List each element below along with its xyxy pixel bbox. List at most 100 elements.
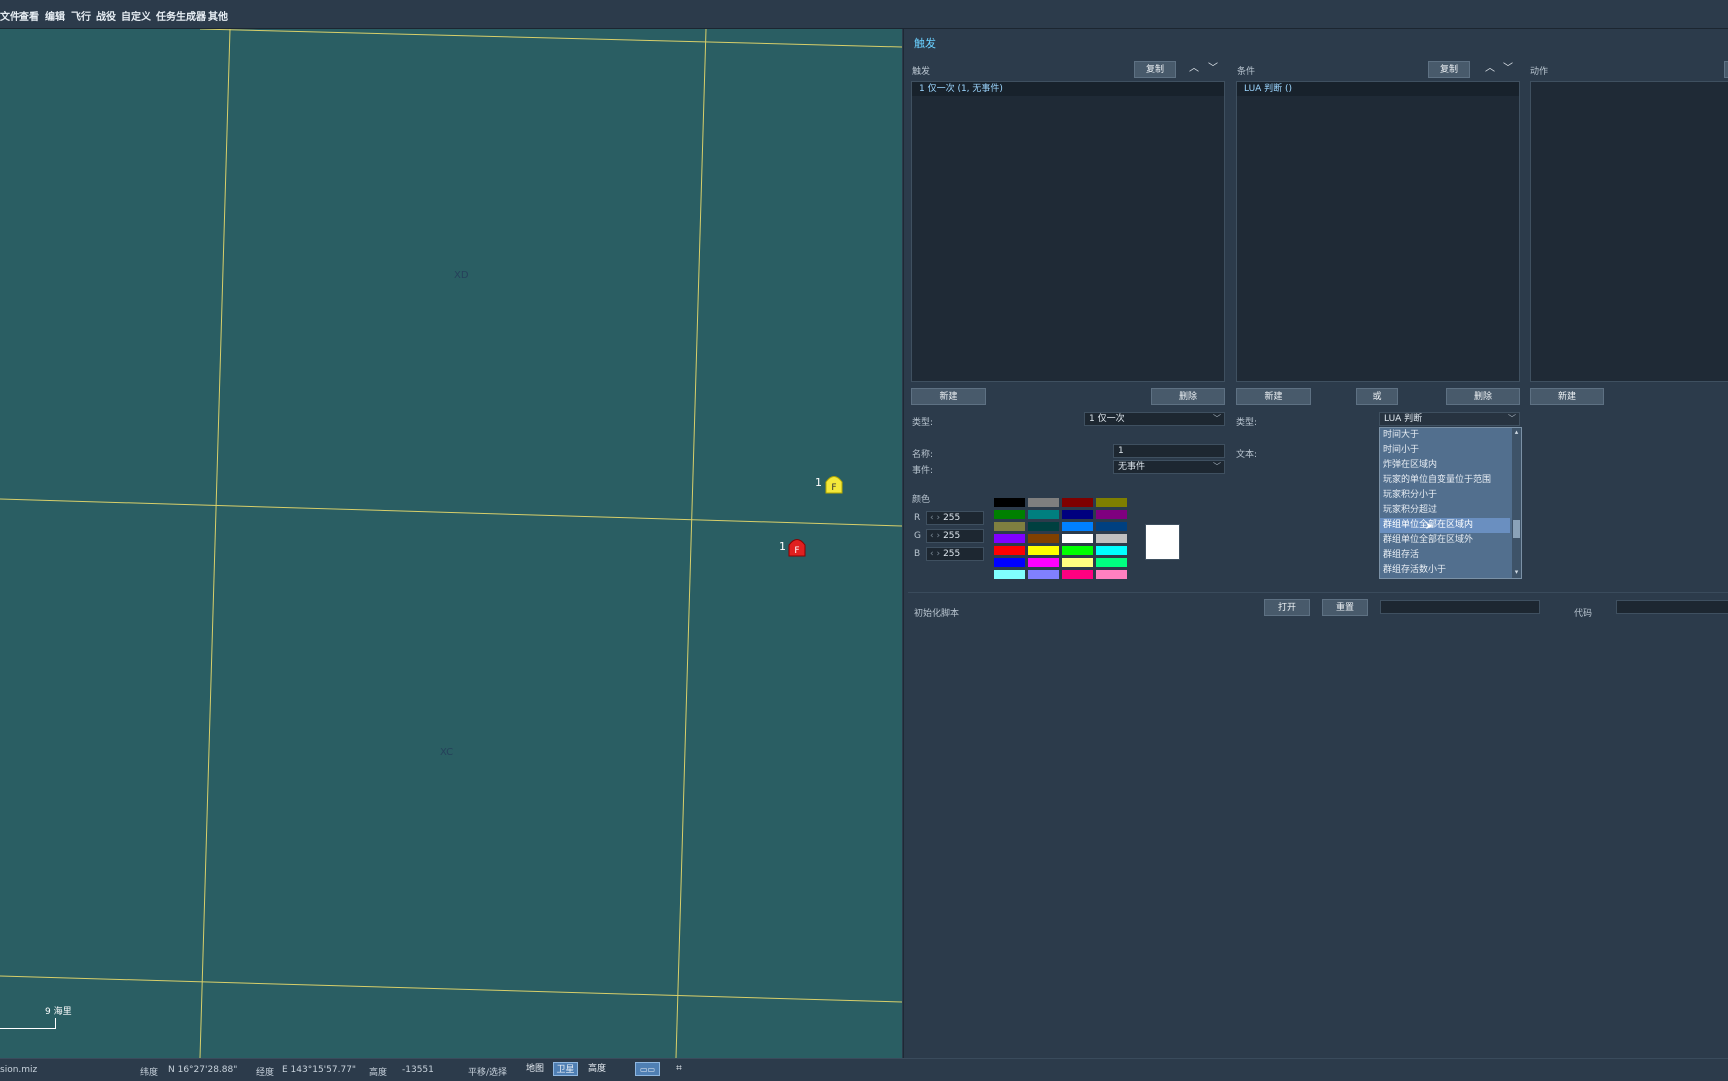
menu-customize[interactable]: 自定义 bbox=[121, 8, 151, 23]
r-spinbox[interactable]: ‹ › 255 bbox=[926, 511, 984, 525]
menu-edit[interactable]: 编辑 bbox=[45, 8, 65, 23]
dropdown-option[interactable]: 群组单位全部在区域外 bbox=[1380, 533, 1510, 548]
scroll-up-icon[interactable]: ▴ bbox=[1513, 428, 1520, 436]
reset-script-button[interactable]: 重置 bbox=[1322, 599, 1368, 616]
delete-trigger-button[interactable]: 删除 bbox=[1151, 388, 1225, 405]
conditions-header: 条件 bbox=[1237, 67, 1256, 77]
color-swatch[interactable] bbox=[1061, 545, 1094, 556]
color-swatch[interactable] bbox=[993, 521, 1026, 532]
menu-view[interactable]: 查看 bbox=[19, 8, 39, 23]
condition-type-dropdown[interactable]: 时间大于 时间小于 炸弹在区域内 玩家的单位自变量位于范围 玩家积分小于 玩家积… bbox=[1379, 427, 1522, 579]
color-swatch[interactable] bbox=[993, 557, 1026, 568]
actions-list[interactable] bbox=[1530, 81, 1728, 382]
color-swatch[interactable] bbox=[1095, 545, 1128, 556]
dropdown-option[interactable]: 玩家的单位自变量位于范围 bbox=[1380, 473, 1510, 488]
color-swatch[interactable] bbox=[1061, 497, 1094, 508]
color-swatch[interactable] bbox=[993, 509, 1026, 520]
trigger-panel: 触发 触发 复制 ︿ ﹀ 1 仅一次 (1, 无事件) 新建 删除 条件 复制 … bbox=[903, 29, 1728, 1058]
move-up-icon[interactable]: ︿ bbox=[1188, 63, 1200, 75]
menu-campaign[interactable]: 战役 bbox=[96, 8, 116, 23]
b-spinbox[interactable]: ‹ › 255 bbox=[926, 547, 984, 561]
new-condition-button[interactable]: 新建 bbox=[1236, 388, 1311, 405]
dropdown-scrollbar[interactable]: ▴ ▾ bbox=[1512, 428, 1521, 578]
color-swatch[interactable] bbox=[1027, 533, 1060, 544]
list-item[interactable]: 1 仅一次 (1, 无事件) bbox=[912, 82, 1224, 96]
code-label: 代码 bbox=[1574, 609, 1593, 619]
color-swatch[interactable] bbox=[1095, 557, 1128, 568]
map-mode-button[interactable]: 地图 bbox=[522, 1062, 548, 1076]
conditions-list[interactable]: LUA 判断 () bbox=[1236, 81, 1520, 382]
color-swatch[interactable] bbox=[1095, 521, 1128, 532]
move-down-icon[interactable]: ﹀ bbox=[1207, 63, 1219, 75]
altitude-mode-button[interactable]: 高度 bbox=[584, 1062, 610, 1076]
spin-arrows-icon[interactable]: ‹ › bbox=[927, 549, 943, 559]
new-action-button[interactable]: 新建 bbox=[1530, 388, 1604, 405]
trigger-type-select[interactable]: 1 仅一次 ﹀ bbox=[1084, 412, 1225, 426]
satellite-mode-button[interactable]: 卫星 bbox=[553, 1062, 578, 1076]
color-swatch[interactable] bbox=[993, 569, 1026, 580]
menu-other[interactable]: 其他 bbox=[208, 8, 228, 23]
color-swatch[interactable] bbox=[1061, 521, 1094, 532]
spin-arrows-icon[interactable]: ‹ › bbox=[927, 531, 943, 541]
open-script-button[interactable]: 打开 bbox=[1264, 599, 1310, 616]
dropdown-option[interactable]: 玩家积分小于 bbox=[1380, 488, 1510, 503]
measure-tool-icon[interactable]: ⌗ bbox=[670, 1062, 688, 1076]
color-swatch[interactable] bbox=[1095, 533, 1128, 544]
color-swatch[interactable] bbox=[993, 533, 1026, 544]
color-swatch[interactable] bbox=[1061, 569, 1094, 580]
dropdown-option[interactable]: 群组存活数小于 bbox=[1380, 563, 1510, 578]
trigger-name-input[interactable]: 1 bbox=[1113, 444, 1225, 458]
color-swatch[interactable] bbox=[1027, 521, 1060, 532]
dropdown-option[interactable]: 时间小于 bbox=[1380, 443, 1510, 458]
dropdown-option[interactable]: 玩家积分超过 bbox=[1380, 503, 1510, 518]
delete-condition-button[interactable]: 删除 bbox=[1446, 388, 1520, 405]
dropdown-option[interactable]: 群组存活 bbox=[1380, 548, 1510, 563]
color-swatch[interactable] bbox=[1027, 497, 1060, 508]
color-swatch[interactable] bbox=[1061, 557, 1094, 568]
color-swatch[interactable] bbox=[1095, 509, 1128, 520]
or-button[interactable]: 或 bbox=[1356, 388, 1398, 405]
move-up-icon[interactable]: ︿ bbox=[1484, 63, 1496, 75]
menu-mission-generator[interactable]: 任务生成器 bbox=[156, 8, 206, 23]
spin-arrows-icon[interactable]: ‹ › bbox=[927, 513, 943, 523]
new-trigger-button[interactable]: 新建 bbox=[911, 388, 986, 405]
copy-condition-button[interactable]: 复制 bbox=[1428, 61, 1470, 78]
list-item[interactable]: LUA 判断 () bbox=[1237, 82, 1519, 96]
g-spinbox[interactable]: ‹ › 255 bbox=[926, 529, 984, 543]
init-code-input[interactable] bbox=[1616, 600, 1728, 614]
color-swatch[interactable] bbox=[1027, 545, 1060, 556]
color-swatch[interactable] bbox=[1027, 557, 1060, 568]
init-script-path-input[interactable] bbox=[1380, 600, 1540, 614]
dropdown-option[interactable]: 时间大于 bbox=[1380, 428, 1510, 443]
scroll-down-icon[interactable]: ▾ bbox=[1513, 568, 1520, 576]
triggers-list[interactable]: 1 仅一次 (1, 无事件) bbox=[911, 81, 1225, 382]
actions-copy-button-partial[interactable] bbox=[1724, 61, 1728, 78]
color-swatch[interactable] bbox=[1061, 509, 1094, 520]
scrollbar-thumb[interactable] bbox=[1513, 520, 1520, 538]
condition-type-select[interactable]: LUA 判断 ﹀ bbox=[1379, 412, 1520, 426]
menu-flight[interactable]: 飞行 bbox=[71, 8, 91, 23]
chevron-down-icon: ﹀ bbox=[1213, 462, 1221, 471]
move-down-icon[interactable]: ﹀ bbox=[1502, 63, 1514, 75]
color-swatch[interactable] bbox=[1095, 569, 1128, 580]
map-view[interactable]: XD XC 1 F 1 F 9 海里 bbox=[0, 29, 902, 1058]
scale-tick bbox=[55, 1018, 56, 1029]
latitude-value: N 16°27'28.88" bbox=[168, 1065, 238, 1075]
r-label: R bbox=[914, 513, 921, 523]
copy-trigger-button[interactable]: 复制 bbox=[1134, 61, 1176, 78]
trigger-event-select[interactable]: 无事件 ﹀ bbox=[1113, 460, 1225, 474]
color-swatch[interactable] bbox=[1027, 509, 1060, 520]
color-swatch[interactable] bbox=[1095, 497, 1128, 508]
layers-toggle-icon[interactable]: ▭▭ bbox=[635, 1062, 660, 1076]
trigger-event-value: 无事件 bbox=[1118, 462, 1146, 472]
dropdown-option-selected[interactable]: 群组单位全部在区域内 bbox=[1380, 518, 1510, 533]
color-swatch[interactable] bbox=[1027, 569, 1060, 580]
color-swatch[interactable] bbox=[1061, 533, 1094, 544]
color-swatch[interactable] bbox=[993, 545, 1026, 556]
zone-label-xc: XC bbox=[440, 747, 454, 758]
condition-type-value: LUA 判断 bbox=[1384, 414, 1423, 424]
menu-file[interactable]: 文件 bbox=[0, 8, 20, 23]
dropdown-option[interactable]: 炸弹在区域内 bbox=[1380, 458, 1510, 473]
altitude-value: -13551 bbox=[402, 1065, 434, 1075]
color-swatch[interactable] bbox=[993, 497, 1026, 508]
